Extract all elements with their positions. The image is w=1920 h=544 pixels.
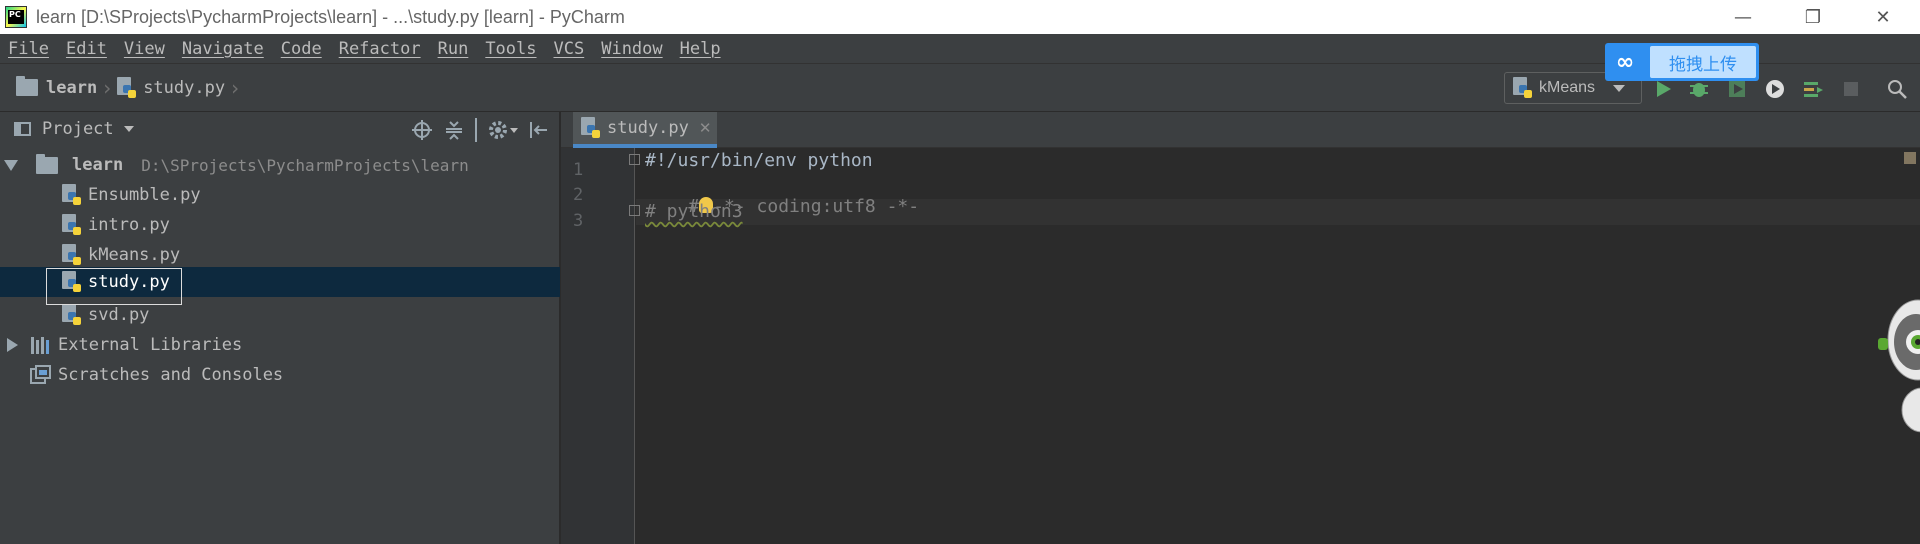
window-title: learn [D:\SProjects\PycharmProjects\lear… [36,6,625,27]
tree-item-kmeans[interactable]: kMeans.py [0,240,560,270]
tree-root-label: learn [72,155,124,175]
line-number: 3 [573,211,584,231]
editor-gutter: 1 2 3 [561,148,635,544]
title-bar: PC learn [D:\SProjects\PycharmProjects\l… [0,0,1920,34]
tree-item-external-libraries[interactable]: External Libraries [0,330,560,360]
scratch-icon [30,365,51,384]
minimize-button[interactable]: — [1708,0,1778,34]
tree-item-label: Scratches and Consoles [58,365,284,385]
breadcrumb-file-label: study.py [143,77,226,98]
chevron-right-icon[interactable] [7,338,18,352]
menu-window[interactable]: Window [601,39,662,59]
breadcrumb-project-label: learn [46,77,98,98]
breadcrumb-project[interactable]: learn [16,76,98,98]
coverage-icon[interactable] [1726,78,1748,100]
breadcrumb-separator-icon: › [103,75,112,100]
pycharm-logo-icon: PC [5,6,27,28]
line-number: 1 [573,160,584,180]
project-view-icon [14,122,31,136]
folder-icon [16,76,38,96]
code-line-2-text: -*- coding:utf8 -*- [713,196,920,217]
python-file-icon [1513,77,1533,99]
collapse-icon[interactable] [444,120,464,140]
project-panel-title[interactable]: Project [42,119,114,139]
run-icon[interactable] [1652,78,1674,100]
python-file-icon [62,304,82,326]
search-icon[interactable] [1886,78,1908,100]
tree-item-label: kMeans.py [88,245,181,265]
run-config-label: kMeans [1539,79,1596,96]
menu-help[interactable]: Help [680,39,721,59]
debug-icon[interactable] [1688,78,1710,100]
build-icon[interactable] [1802,78,1824,100]
code-line-1[interactable]: #!/usr/bin/env python [645,150,873,171]
tree-item-label: Ensumble.py [88,185,201,205]
baidu-upload-widget[interactable]: ∞ 拖拽上传 [1605,43,1759,81]
project-panel-header: Project [0,112,559,146]
menu-tools[interactable]: Tools [485,39,536,59]
menu-navigate[interactable]: Navigate [182,39,264,59]
chevron-down-icon[interactable] [510,128,518,133]
breadcrumb-file[interactable]: study.py [117,76,226,99]
editor-area: study.py ✕ 1 2 3 #!/usr/bin/env python #… [561,112,1920,544]
tree-root-path: D:\SProjects\PycharmProjects\learn [141,155,469,175]
menu-run[interactable]: Run [438,39,469,59]
tab-study-py[interactable]: study.py ✕ [573,112,717,148]
menu-vcs[interactable]: VCS [554,39,585,59]
fold-marker-icon[interactable] [629,154,640,165]
project-panel: Project learn D:\SProjects\PycharmProjec… [0,112,560,544]
python-file-icon [117,76,137,99]
maximize-button[interactable]: ❐ [1778,0,1848,34]
python-file-icon [581,117,601,139]
python-file-icon [62,244,82,266]
cloud-icon: ∞ [1615,49,1635,75]
target-icon[interactable] [412,120,432,140]
toolbar-divider [475,118,477,142]
chevron-down-icon[interactable] [123,126,134,132]
tree-root-learn[interactable]: learn D:\SProjects\PycharmProjects\learn [0,150,560,180]
breadcrumb-separator-icon: › [231,75,240,100]
tree-item-ensumble[interactable]: Ensumble.py [0,180,560,210]
library-icon [31,337,49,354]
profile-icon[interactable] [1764,78,1786,100]
chevron-down-icon[interactable] [4,159,18,171]
tree-item-label: svd.py [88,305,150,325]
editor-tabs: study.py ✕ [561,112,1920,148]
python-file-icon [62,214,82,236]
line-number: 2 [573,185,584,205]
menu-refactor[interactable]: Refactor [339,39,421,59]
tree-item-intro[interactable]: intro.py [0,210,560,240]
python-file-icon [62,184,82,206]
selection-focus-box [46,268,182,305]
menu-code[interactable]: Code [281,39,322,59]
baidu-upload-label: 拖拽上传 [1650,46,1756,78]
chevron-down-icon [1613,84,1626,92]
menu-view[interactable]: View [124,39,165,59]
menu-file[interactable]: File [8,39,49,59]
close-button[interactable]: ✕ [1848,0,1918,34]
close-icon[interactable]: ✕ [699,119,712,137]
folder-icon [36,153,58,174]
tree-item-label: External Libraries [58,335,243,355]
fold-marker-icon[interactable] [629,205,640,216]
stop-icon[interactable] [1840,78,1862,100]
analysis-marker-icon[interactable] [1904,152,1916,164]
gear-icon[interactable] [488,120,508,140]
hide-icon[interactable] [528,120,548,140]
code-line-3[interactable]: # python3 [645,201,743,222]
menu-edit[interactable]: Edit [66,39,107,59]
tree-item-label: intro.py [88,215,170,235]
robot-mascot-icon [1878,299,1920,433]
tree-item-scratches[interactable]: Scratches and Consoles [0,360,560,390]
tab-label: study.py [607,118,689,138]
